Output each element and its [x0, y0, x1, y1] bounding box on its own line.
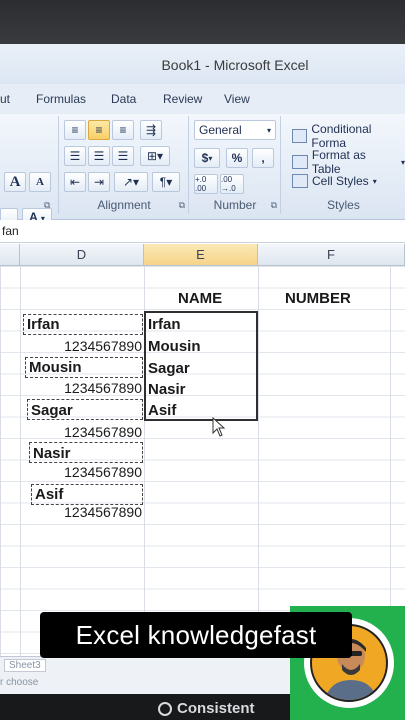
cell-d-number[interactable]: 1234567890 [24, 504, 142, 520]
sheet-tab[interactable]: Sheet3 [4, 659, 46, 672]
format-as-table-button[interactable]: Format as Table ▾ [292, 148, 405, 176]
decrease-indent-icon: ⇤ [69, 175, 81, 189]
number-group-label: Number [213, 198, 257, 212]
align-bottom-button[interactable]: ≡ [112, 120, 134, 140]
formula-bar[interactable]: fan [0, 220, 405, 243]
text-direction-button[interactable]: ¶▾ [152, 172, 180, 192]
mouse-pointer-icon [212, 417, 226, 437]
cell-d-name[interactable]: Sagar [31, 402, 73, 419]
excel-window: Book1 - Microsoft Excel ut Formulas Data… [0, 44, 405, 694]
chevron-down-icon: ▾ [400, 157, 405, 167]
brand-logo-icon [158, 701, 172, 716]
align-left-icon: ☰ [69, 149, 81, 163]
column-header-partial [0, 244, 20, 266]
currency-button[interactable]: $ ▾ [194, 148, 220, 168]
tab-view[interactable]: View [224, 92, 250, 106]
header-number-cell[interactable]: NUMBER [285, 290, 351, 307]
align-bottom-icon: ≡ [119, 123, 127, 137]
cell-d-number[interactable]: 1234567890 [24, 464, 142, 480]
column-header-f[interactable]: F [258, 244, 405, 266]
number-dialog-launcher-icon[interactable]: ⧉ [271, 200, 277, 211]
merge-icon: ⊞▾ [146, 149, 164, 163]
font-shrink-button[interactable]: A [29, 172, 51, 192]
title-bar: Book1 - Microsoft Excel [0, 44, 405, 84]
increase-indent-button[interactable]: ⇥ [88, 172, 110, 192]
chevron-down-icon: ▾ [372, 176, 377, 186]
formula-content: fan [2, 224, 19, 238]
gridline [258, 266, 259, 666]
cell-d-number[interactable]: 1234567890 [24, 380, 142, 396]
cell-d-number[interactable]: 1234567890 [24, 338, 142, 354]
status-hint: r choose [0, 677, 39, 688]
align-right-icon: ☰ [117, 149, 129, 163]
align-middle-icon: ≡ [95, 123, 103, 137]
cell-d-name[interactable]: Mousin [29, 359, 82, 376]
window-title: Book1 - Microsoft Excel [161, 57, 309, 73]
gridline [20, 266, 21, 666]
increase-indent-icon: ⇥ [93, 175, 105, 189]
number-group: General ▾ $ ▾ % , +.0 .00 .00 →.0 Number ⧉ [190, 116, 281, 214]
conditional-formatting-button[interactable]: Conditional Forma [292, 122, 405, 150]
text-direction-icon: ¶▾ [159, 175, 173, 189]
cell-d-name[interactable]: Irfan [27, 316, 60, 333]
tab-formulas[interactable]: Formulas [36, 92, 86, 106]
alignment-dialog-launcher-icon[interactable]: ⧉ [179, 200, 185, 211]
align-top-button[interactable]: ≡ [64, 120, 86, 140]
align-right-button[interactable]: ☰ [112, 146, 134, 166]
ribbon-tabs: ut Formulas Data Review View [0, 84, 405, 115]
decrease-decimal-button[interactable]: .00 →.0 [220, 174, 244, 194]
font-grow-button[interactable]: A [4, 172, 26, 192]
alignment-group: ≡ ≡ ≡ ⇶ ☰ ☰ ☰ ⊞▾ ⇤ ⇥ ↗▾ ¶▾ Alignment ⧉ [60, 116, 189, 214]
align-left-button[interactable]: ☰ [64, 146, 86, 166]
align-center-icon: ☰ [93, 149, 105, 163]
styles-group: Conditional Forma Format as Table ▾ Cell … [282, 116, 405, 214]
cell-styles-button[interactable]: Cell Styles ▾ [292, 174, 377, 188]
column-header-d[interactable]: D [20, 244, 144, 266]
video-caption: Excel knowledgefast [40, 612, 352, 658]
cell-e-name[interactable]: Irfan [148, 316, 181, 333]
cell-d-number[interactable]: 1234567890 [24, 424, 142, 440]
sheet-tabs-bar: Sheet3 r choose [0, 656, 290, 694]
cell-styles-icon [292, 174, 308, 188]
cell-e-name[interactable]: Mousin [148, 338, 201, 355]
monitor-top-bezel [0, 0, 405, 48]
table-icon [292, 155, 308, 169]
chevron-down-icon: ▾ [208, 153, 213, 163]
align-center-button[interactable]: ☰ [88, 146, 110, 166]
decrease-indent-button[interactable]: ⇤ [64, 172, 86, 192]
ribbon: A A A ▾ ⧉ ≡ ≡ ≡ ⇶ ☰ ☰ ☰ ⊞▾ ⇤ ⇥ ↗▾ ¶▾ Alig… [0, 114, 405, 228]
comma-button[interactable]: , [252, 148, 274, 168]
wrap-text-icon: ⇶ [145, 123, 157, 137]
brand-text: Consistent [177, 700, 255, 717]
orientation-button[interactable]: ↗▾ [114, 172, 148, 192]
wrap-text-button[interactable]: ⇶ [140, 120, 162, 140]
cell-e-name[interactable]: Asif [148, 402, 176, 419]
column-header-e[interactable]: E [144, 244, 258, 266]
merge-center-button[interactable]: ⊞▾ [140, 146, 170, 166]
align-middle-button[interactable]: ≡ [88, 120, 110, 140]
cell-d-name[interactable]: Asif [35, 486, 63, 503]
conditional-formatting-icon [292, 129, 308, 143]
percent-button[interactable]: % [226, 148, 248, 168]
alignment-group-label: Alignment [97, 198, 151, 212]
orientation-icon: ↗▾ [122, 175, 140, 189]
chevron-down-icon: ▾ [266, 125, 271, 135]
tab-layout[interactable]: ut [0, 92, 10, 106]
tab-review[interactable]: Review [163, 92, 202, 106]
tab-data[interactable]: Data [111, 92, 136, 106]
monitor-brand: Consistent [158, 700, 255, 717]
styles-group-label: Styles [327, 198, 360, 212]
header-name-cell[interactable]: NAME [178, 290, 222, 307]
font-dialog-launcher-icon[interactable]: ⧉ [44, 200, 50, 211]
number-format-dropdown[interactable]: General ▾ [194, 120, 276, 140]
cell-e-name[interactable]: Sagar [148, 360, 190, 377]
cell-e-name[interactable]: Nasir [148, 381, 186, 398]
font-group: A A A ▾ ⧉ [0, 116, 59, 228]
increase-decimal-button[interactable]: +.0 .00 [194, 174, 218, 194]
align-top-icon: ≡ [71, 123, 79, 137]
cell-d-name[interactable]: Nasir [33, 445, 71, 462]
